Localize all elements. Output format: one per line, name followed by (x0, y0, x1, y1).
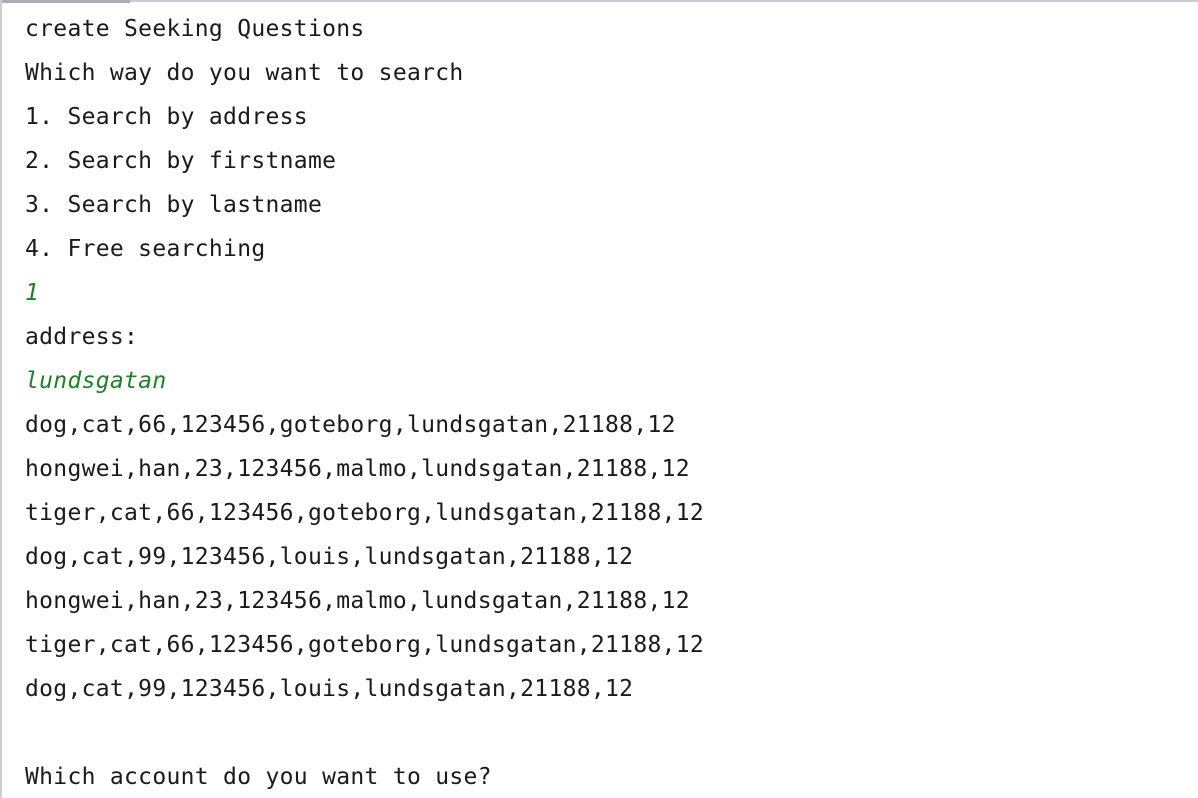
console-output-panel[interactable]: create Seeking Questions Which way do yo… (0, 0, 1198, 798)
console-line-option-1: 1. Search by address (25, 104, 308, 130)
console-user-input-choice: 1 (25, 280, 40, 306)
console-result-row: dog,cat,66,123456,goteborg,lundsgatan,21… (25, 412, 676, 438)
console-result-row: tiger,cat,66,123456,goteborg,lundsgatan,… (25, 500, 705, 526)
console-line-address-prompt: address: (25, 324, 139, 350)
console-line-option-2: 2. Search by firstname (25, 148, 337, 174)
console-result-row: dog,cat,99,123456,louis,lundsgatan,21188… (25, 676, 634, 702)
console-line-question: Which way do you want to search (25, 60, 464, 86)
console-line-prompt-title: create Seeking Questions (25, 16, 365, 42)
console-result-row: hongwei,han,23,123456,malmo,lundsgatan,2… (25, 588, 690, 614)
console-result-row: dog,cat,99,123456,louis,lundsgatan,21188… (25, 544, 634, 570)
console-result-row: hongwei,han,23,123456,malmo,lundsgatan,2… (25, 456, 690, 482)
console-line-option-4: 4. Free searching (25, 236, 266, 262)
console-user-input-address: lundsgatan (25, 368, 167, 394)
console-result-row: tiger,cat,66,123456,goteborg,lundsgatan,… (25, 632, 705, 658)
console-lines: create Seeking Questions Which way do yo… (25, 7, 704, 798)
panel-top-accent (2, 0, 130, 3)
console-line-account-prompt: Which account do you want to use? (25, 764, 492, 790)
console-line-option-3: 3. Search by lastname (25, 192, 323, 218)
